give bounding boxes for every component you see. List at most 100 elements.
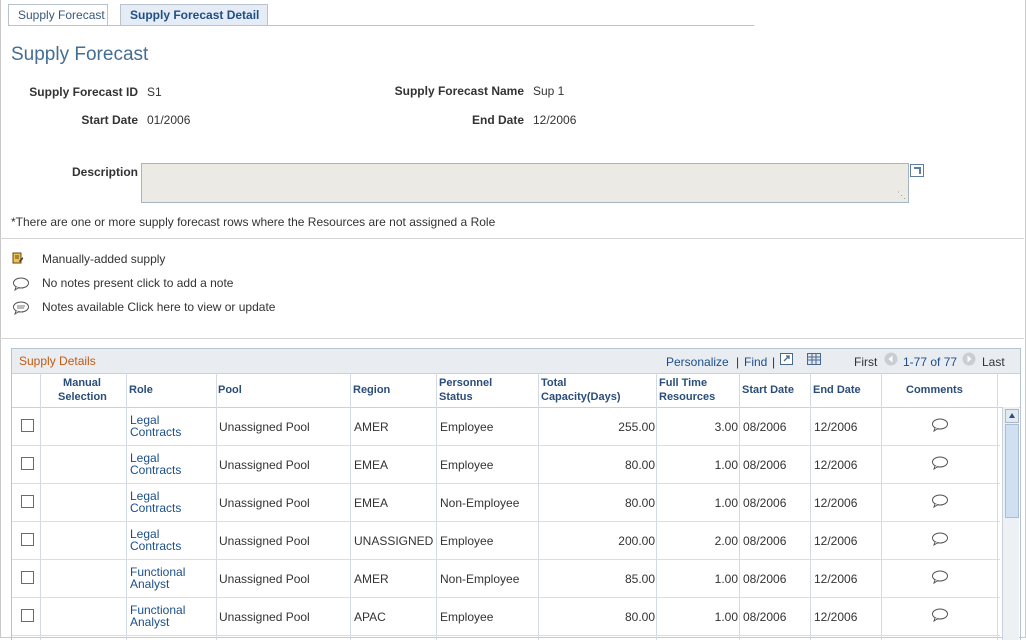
resize-grip-icon[interactable]: ⋱	[897, 190, 906, 201]
comment-icon[interactable]	[931, 532, 949, 546]
col-pool[interactable]: Pool	[218, 383, 242, 397]
region-cell: APAC	[354, 610, 386, 624]
ftr-cell: 1.00	[714, 458, 738, 472]
scroll-thumb[interactable]	[1005, 424, 1019, 518]
pool-cell: Unassigned Pool	[219, 610, 310, 624]
capacity-cell: 80.00	[624, 458, 655, 472]
comment-icon[interactable]	[931, 570, 949, 584]
manual-selection-checkbox[interactable]	[21, 457, 34, 470]
col-start-date[interactable]: Start Date	[742, 383, 794, 397]
col-end-date[interactable]: End Date	[813, 383, 861, 397]
ftr-cell: 3.00	[714, 420, 738, 434]
region-cell: UNASSIGNED	[354, 534, 434, 548]
legend-manual-text: Manually-added supply	[42, 252, 166, 266]
status-cell: Non-Employee	[440, 496, 520, 510]
start-date-label: Start Date	[81, 113, 138, 127]
col-total-capacity[interactable]: Total Capacity(Days)	[541, 376, 631, 404]
view-all-icon[interactable]	[780, 353, 793, 365]
last-link[interactable]: Last	[982, 355, 1005, 369]
unassigned-role-note: *There are one or more supply forecast r…	[11, 215, 496, 229]
start-date-cell: 08/2006	[743, 610, 787, 624]
status-cell: Employee	[440, 420, 494, 434]
page-title: Supply Forecast	[11, 44, 149, 65]
find-link[interactable]: Find	[744, 355, 767, 369]
previous-icon[interactable]	[884, 352, 898, 366]
capacity-cell: 200.00	[618, 534, 655, 548]
col-role[interactable]: Role	[129, 383, 153, 397]
supply-forecast-id-label: Supply Forecast ID	[29, 85, 138, 99]
end-date-cell: 12/2006	[814, 534, 858, 548]
pool-cell: Unassigned Pool	[219, 496, 310, 510]
tab-supply-forecast-detail[interactable]: Supply Forecast Detail	[120, 4, 268, 25]
start-date-cell: 08/2006	[743, 420, 787, 434]
description-field[interactable]: ⋱	[141, 163, 909, 203]
divider	[0, 238, 1024, 239]
tab-divider	[8, 25, 754, 26]
col-personnel-status[interactable]: Personnel Status	[439, 376, 509, 404]
supply-forecast-name-label: Supply Forecast Name	[394, 84, 524, 98]
comment-icon[interactable]	[931, 418, 949, 432]
start-date-cell: 08/2006	[743, 534, 787, 548]
pool-cell: Unassigned Pool	[219, 572, 310, 586]
region-cell: AMER	[354, 420, 389, 434]
first-link[interactable]: First	[854, 355, 877, 369]
ftr-cell: 1.00	[714, 572, 738, 586]
role-link[interactable]: Legal Contracts	[130, 452, 210, 476]
ftr-cell: 1.00	[714, 610, 738, 624]
nav-separator: |	[772, 355, 776, 369]
end-date-value: 12/2006	[533, 113, 577, 127]
region-cell: EMEA	[354, 458, 389, 472]
end-date-label: End Date	[471, 113, 524, 127]
column-header-row: Manual Selection Role Pool Region Person…	[12, 373, 1020, 408]
scroll-up-icon[interactable]	[1005, 409, 1019, 423]
next-icon[interactable]	[962, 352, 976, 366]
start-date-cell: 08/2006	[743, 458, 787, 472]
table-row: Functional Analyst Unassigned Pool AMER …	[12, 559, 1000, 598]
note-empty-icon	[13, 277, 29, 291]
role-link[interactable]: Legal Contracts	[130, 528, 210, 552]
col-full-time-resources[interactable]: Full Time Resources	[659, 376, 729, 404]
divider	[0, 338, 1024, 339]
region-cell: EMEA	[354, 496, 389, 510]
region-cell: AMER	[354, 572, 389, 586]
status-cell: Employee	[440, 458, 494, 472]
comment-icon[interactable]	[931, 456, 949, 470]
end-date-cell: 12/2006	[814, 572, 858, 586]
manual-supply-icon	[12, 252, 23, 264]
role-link[interactable]: Functional Analyst	[130, 604, 210, 628]
end-date-cell: 12/2006	[814, 610, 858, 624]
expand-description-icon[interactable]	[910, 164, 924, 177]
personalize-link[interactable]: Personalize	[666, 355, 729, 369]
pool-cell: Unassigned Pool	[219, 420, 310, 434]
comment-icon[interactable]	[931, 494, 949, 508]
table-row: Legal Contracts Unassigned Pool EMEA Emp…	[12, 445, 1000, 484]
vertical-scrollbar[interactable]	[1002, 407, 1019, 640]
manual-selection-checkbox[interactable]	[21, 609, 34, 622]
download-icon[interactable]	[807, 353, 821, 365]
ftr-cell: 2.00	[714, 534, 738, 548]
ftr-cell: 1.00	[714, 496, 738, 510]
role-link[interactable]: Functional Analyst	[130, 566, 210, 590]
tab-supply-forecast[interactable]: Supply Forecast	[8, 4, 108, 25]
note-available-icon	[13, 301, 29, 315]
pool-cell: Unassigned Pool	[219, 534, 310, 548]
status-cell: Employee	[440, 610, 494, 624]
comment-icon[interactable]	[931, 608, 949, 622]
table-row: Legal Contracts Unassigned Pool UNASSIGN…	[12, 521, 1000, 560]
legend-no-notes-text: No notes present click to add a note	[42, 276, 234, 290]
pool-cell: Unassigned Pool	[219, 458, 310, 472]
role-link[interactable]: Legal Contracts	[130, 414, 210, 438]
manual-selection-checkbox[interactable]	[21, 533, 34, 546]
legend-notes-available-text: Notes available Click here to view or up…	[42, 300, 276, 314]
end-date-cell: 12/2006	[814, 458, 858, 472]
supply-details-grid: Supply Details Personalize | Find | Firs…	[11, 348, 1021, 640]
status-cell: Employee	[440, 534, 494, 548]
role-link[interactable]: Legal Contracts	[130, 490, 210, 514]
col-region[interactable]: Region	[353, 383, 390, 397]
manual-selection-checkbox[interactable]	[21, 419, 34, 432]
capacity-cell: 85.00	[624, 572, 655, 586]
manual-selection-checkbox[interactable]	[21, 495, 34, 508]
manual-selection-checkbox[interactable]	[21, 571, 34, 584]
description-label: Description	[71, 165, 138, 179]
row-range-text: 1-77 of 77	[903, 355, 958, 369]
